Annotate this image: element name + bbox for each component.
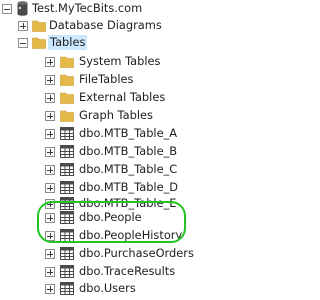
tree-node-label: External Tables bbox=[79, 90, 166, 104]
expand-toggle-icon[interactable] bbox=[45, 284, 55, 294]
tree-node-label: dbo.PurchaseOrders bbox=[79, 246, 194, 260]
tree-node-file-tables[interactable]: FileTables bbox=[0, 71, 225, 88]
database-icon bbox=[17, 1, 28, 16]
tree-node-label: dbo.MTB_Table_D bbox=[79, 180, 179, 194]
folder-icon bbox=[32, 20, 46, 32]
tree-node-table[interactable]: dbo.MTB_Table_D bbox=[0, 179, 225, 196]
expand-toggle-icon[interactable] bbox=[18, 21, 28, 31]
expand-toggle-icon[interactable] bbox=[45, 183, 55, 193]
expand-toggle-icon[interactable] bbox=[45, 93, 55, 103]
expand-toggle-icon[interactable] bbox=[45, 75, 55, 85]
table-icon bbox=[60, 247, 74, 260]
folder-icon bbox=[60, 92, 74, 104]
table-icon bbox=[60, 127, 74, 140]
collapse-toggle-icon[interactable] bbox=[18, 38, 28, 48]
table-icon bbox=[60, 282, 74, 295]
table-icon bbox=[60, 163, 74, 176]
server-label: Test.MyTecBits.com bbox=[32, 1, 143, 15]
tree-node-label: System Tables bbox=[79, 54, 161, 68]
tree-node-server[interactable]: Test.MyTecBits.com bbox=[0, 0, 225, 17]
tree-node-label: dbo.MTB_Table_B bbox=[79, 144, 178, 158]
tree-node-label-selected: Tables bbox=[48, 35, 88, 50]
tree-node-label: dbo.TraceResults bbox=[79, 264, 176, 278]
expand-toggle-icon[interactable] bbox=[45, 111, 55, 121]
expand-toggle-icon[interactable] bbox=[45, 267, 55, 277]
collapse-toggle-icon[interactable] bbox=[2, 4, 12, 14]
highlight-annotation bbox=[37, 201, 186, 243]
tree-node-table[interactable]: dbo.PurchaseOrders bbox=[0, 245, 225, 262]
table-icon bbox=[60, 145, 74, 158]
expand-toggle-icon[interactable] bbox=[45, 57, 55, 67]
expand-toggle-icon[interactable] bbox=[45, 129, 55, 139]
tree-node-table[interactable]: dbo.Users bbox=[0, 280, 225, 297]
folder-icon bbox=[32, 37, 46, 49]
tree-node-label: dbo.Users bbox=[79, 281, 136, 295]
expand-toggle-icon[interactable] bbox=[45, 147, 55, 157]
tree-node-table[interactable]: dbo.MTB_Table_A bbox=[0, 125, 225, 142]
tree-node-label: dbo.MTB_Table_C bbox=[79, 162, 178, 176]
table-icon bbox=[60, 181, 74, 194]
table-icon bbox=[60, 265, 74, 278]
tree-node-table[interactable]: dbo.MTB_Table_C bbox=[0, 161, 225, 178]
tree-node-label: Database Diagrams bbox=[49, 18, 162, 32]
expand-toggle-icon[interactable] bbox=[45, 165, 55, 175]
expand-toggle-icon[interactable] bbox=[45, 249, 55, 259]
tree-node-system-tables[interactable]: System Tables bbox=[0, 53, 225, 70]
tree-node-label: Graph Tables bbox=[79, 108, 153, 122]
tree-node-graph-tables[interactable]: Graph Tables bbox=[0, 107, 225, 124]
tree-node-label: dbo.MTB_Table_A bbox=[79, 126, 178, 140]
tree-node-table[interactable]: dbo.TraceResults bbox=[0, 263, 225, 280]
tree-node-external-tables[interactable]: External Tables bbox=[0, 89, 225, 106]
folder-icon bbox=[60, 110, 74, 122]
tree-node-label: FileTables bbox=[79, 72, 134, 86]
folder-icon bbox=[60, 56, 74, 68]
tree-node-tables[interactable]: Tables bbox=[0, 34, 225, 51]
tree-node-database-diagrams[interactable]: Database Diagrams bbox=[0, 17, 225, 34]
folder-icon bbox=[60, 74, 74, 86]
tree-node-table[interactable]: dbo.MTB_Table_B bbox=[0, 143, 225, 160]
